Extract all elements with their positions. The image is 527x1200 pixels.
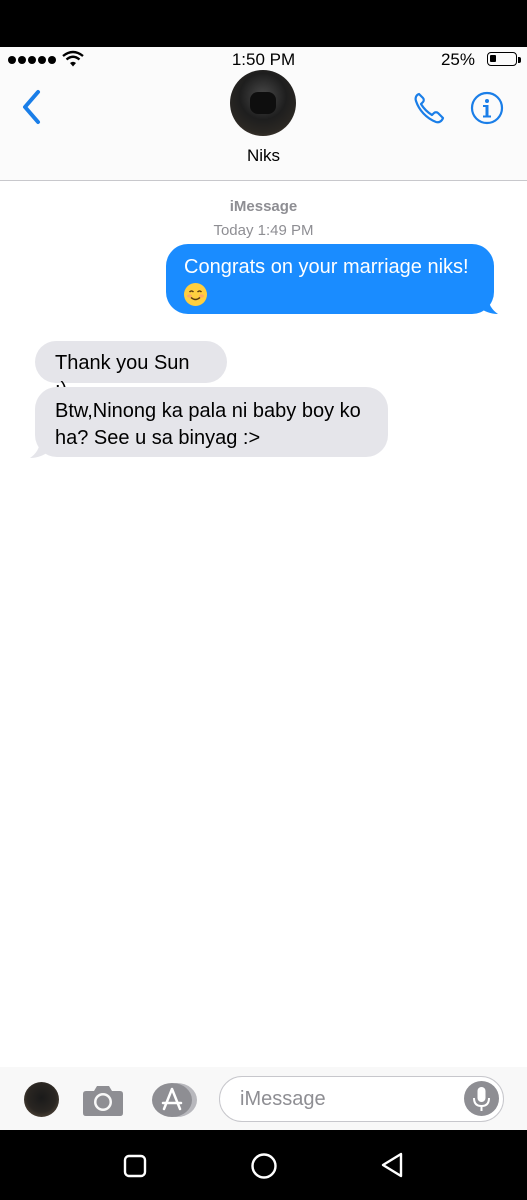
message-timestamp: Today 1:49 PM [213,222,314,239]
outgoing-bubble-tail [478,296,498,314]
info-icon[interactable] [470,91,504,125]
recent-apps-button-icon[interactable] [123,1154,147,1178]
home-button-icon[interactable] [250,1152,278,1180]
message-text: Congrats on your marriage niks! [184,256,469,278]
incoming-message-bubble[interactable]: Btw,Ninong ka pala ni baby boy ko ha? Se… [35,387,388,457]
battery-level-fill [490,55,496,62]
android-navigation-bar [0,1130,527,1200]
app-store-icon[interactable] [150,1082,198,1118]
camera-icon[interactable] [82,1083,124,1117]
outgoing-message-bubble[interactable]: Congrats on your marriage niks! [166,244,494,314]
message-text-line: ha? See u sa binyag :> [55,427,261,449]
memoji-avatar-button[interactable] [24,1082,59,1117]
conversation-header: Niks [0,70,527,181]
phone-icon[interactable] [412,91,446,125]
message-text-line: Btw,Ninong ka pala ni baby boy ko [55,400,361,422]
service-label: iMessage [229,198,298,215]
battery-percentage: 25% [440,50,475,69]
back-button-icon[interactable] [379,1151,405,1179]
system-top-bar [0,0,527,47]
contact-avatar[interactable] [230,70,296,136]
battery-nub [518,57,521,63]
message-input[interactable]: iMessage [219,1076,504,1122]
incoming-message-bubble[interactable]: Thank you Sun :) [35,341,227,401]
message-input-bar: iMessage [0,1067,527,1130]
message-input-placeholder: iMessage [240,1088,326,1110]
contact-name[interactable]: Niks [0,146,527,166]
microphone-icon[interactable] [464,1081,499,1116]
battery-icon [487,52,517,66]
avatar-face [250,92,276,114]
incoming-bubble-tail [30,440,50,458]
smiling-face-emoji-icon [184,283,207,307]
back-chevron-icon[interactable] [18,88,48,126]
